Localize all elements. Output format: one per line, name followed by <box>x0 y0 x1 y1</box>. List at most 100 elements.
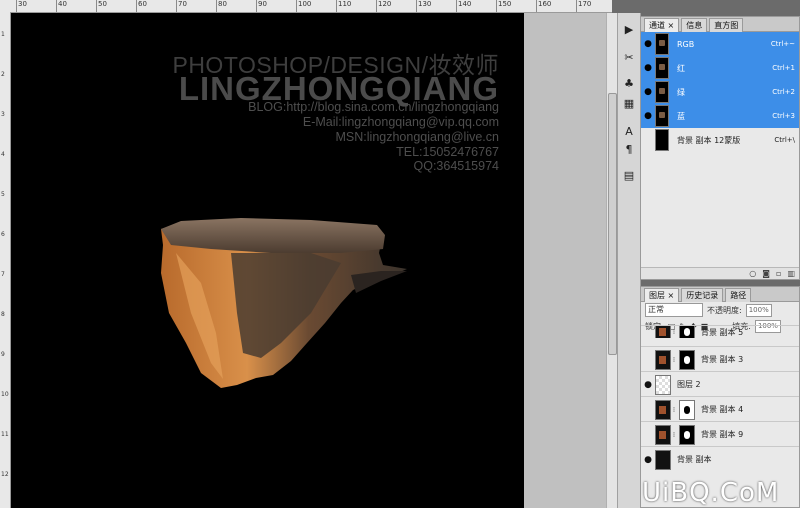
ruler-label: 120 <box>378 0 392 8</box>
ruler-label: 100 <box>298 0 312 8</box>
stamp-icon[interactable]: ♣ <box>620 75 638 91</box>
channel-thumbnail <box>655 129 669 151</box>
channel-row-rgb[interactable]: ● RGB Ctrl+~ <box>641 32 799 56</box>
ruler-label: 80 <box>218 0 227 8</box>
ruler-label: 170 <box>578 0 592 8</box>
trash-icon[interactable]: ▥ <box>787 269 795 278</box>
channel-label: RGB <box>677 39 695 49</box>
scrollbar-thumb[interactable] <box>608 93 617 355</box>
paragraph-icon[interactable]: ¶ <box>620 141 638 157</box>
ruler-label: 12 <box>1 471 9 478</box>
layer-thumbnail <box>655 374 671 395</box>
layer-name: 背景 副本 3 <box>701 355 744 364</box>
ruler-tick <box>136 0 137 12</box>
ruler-label: 110 <box>338 0 352 8</box>
tab-paths[interactable]: 路径 <box>725 288 752 302</box>
tab-channels[interactable]: 通道 × <box>644 18 680 32</box>
notes-icon[interactable]: ▤ <box>620 167 638 183</box>
layer-row[interactable]: ⁞ 背景 副本 3 <box>641 346 799 372</box>
type-icon[interactable]: A <box>620 123 638 139</box>
layer-thumbnail <box>655 449 671 470</box>
eye-icon[interactable]: ● <box>641 32 655 56</box>
ruler-label: 3 <box>1 111 5 118</box>
channel-shortcut: Ctrl+2 <box>772 88 795 96</box>
ruler-label: 4 <box>1 151 5 158</box>
layer-row[interactable]: ● 背景 副本 <box>641 446 799 472</box>
eye-icon[interactable]: ● <box>641 447 655 472</box>
channel-thumbnail <box>655 81 669 103</box>
layer-mask-thumbnail <box>679 399 695 420</box>
ruler-tick <box>296 0 297 12</box>
layer-thumbnail <box>655 326 671 338</box>
ruler-label: 2 <box>1 71 5 78</box>
tab-histogram[interactable]: 直方图 <box>709 18 744 32</box>
play-icon[interactable]: ▶ <box>620 21 638 37</box>
canvas-area[interactable]: PHOTOSHOP/DESIGN/妆效师 LINGZHONGQIANG BLOG… <box>11 13 606 508</box>
layer-name: 背景 副本 4 <box>701 405 744 414</box>
layer-row[interactable]: ● 图层 2 <box>641 371 799 397</box>
new-channel-icon[interactable]: ▫ <box>776 269 781 278</box>
opacity-field[interactable]: 100% <box>745 303 772 317</box>
channel-row-green[interactable]: ● 绿 Ctrl+2 <box>641 80 799 104</box>
vertical-scrollbar[interactable] <box>606 13 617 508</box>
channel-row-red[interactable]: ● 红 Ctrl+1 <box>641 56 799 80</box>
layer-row[interactable]: ⁞ 背景 副本 5 <box>641 325 799 338</box>
eye-toggle[interactable] <box>641 397 655 422</box>
layer-row[interactable]: ⁞ 背景 副本 4 <box>641 396 799 422</box>
link-icon: ⁞ <box>672 328 676 336</box>
eye-icon[interactable]: ● <box>641 80 655 104</box>
layer-name: 背景 副本 5 <box>701 327 744 337</box>
load-selection-icon[interactable]: ○ <box>749 269 756 278</box>
layer-mask-thumbnail <box>679 326 695 338</box>
tab-layers[interactable]: 图层 × <box>644 288 680 302</box>
layer-mask-thumbnail <box>679 349 695 370</box>
opacity-label: 不透明度: <box>707 305 742 315</box>
channel-label: 红 <box>677 63 685 73</box>
eye-toggle[interactable] <box>641 347 655 372</box>
ruler-tick <box>416 0 417 12</box>
ruler-tick <box>456 0 457 12</box>
eye-icon[interactable]: ● <box>641 56 655 80</box>
ruler-label: 160 <box>538 0 552 8</box>
ruler-tick <box>96 0 97 12</box>
layer-blend-options: 正常 不透明度: 100% <box>641 302 799 318</box>
ruler-label: 10 <box>1 391 9 398</box>
eye-icon[interactable]: ● <box>641 104 655 128</box>
layers-panel: 图层 × 历史记录 路径 正常 不透明度: 100% 锁定: □ ✎ ✥ ■ 填… <box>640 286 800 508</box>
crop-icon[interactable]: ✂ <box>620 49 638 65</box>
ruler-label: 150 <box>498 0 512 8</box>
path-icon[interactable]: ▦ <box>620 95 638 111</box>
channel-thumbnail <box>655 57 669 79</box>
ruler-tick <box>336 0 337 12</box>
blend-mode-select[interactable]: 正常 <box>645 303 703 317</box>
channels-panel-footer: ○ ◙ ▫ ▥ <box>641 267 799 279</box>
eye-icon[interactable]: ● <box>641 372 655 397</box>
tab-history[interactable]: 历史记录 <box>681 288 724 302</box>
ruler-tick <box>496 0 497 12</box>
ruler-label: 130 <box>418 0 432 8</box>
channel-row-blue[interactable]: ● 蓝 Ctrl+3 <box>641 104 799 128</box>
channels-panel: 通道 × 信息 直方图 ● RGB Ctrl+~ ● 红 Ctrl+1 ● 绿 … <box>640 16 800 280</box>
tab-info[interactable]: 信息 <box>681 18 708 32</box>
layer-thumbnail <box>655 349 671 370</box>
document-canvas[interactable]: PHOTOSHOP/DESIGN/妆效师 LINGZHONGQIANG BLOG… <box>11 13 524 508</box>
ruler-label: 60 <box>138 0 147 8</box>
ruler-label: 140 <box>458 0 472 8</box>
eye-toggle[interactable] <box>641 128 655 152</box>
save-selection-icon[interactable]: ◙ <box>762 269 770 278</box>
ruler-tick <box>536 0 537 12</box>
ruler-label: 70 <box>178 0 187 8</box>
ruler-tick <box>56 0 57 12</box>
channel-shortcut: Ctrl+~ <box>770 40 795 48</box>
layer-row[interactable]: ⁞ 背景 副本 9 <box>641 421 799 447</box>
layer-name: 背景 副本 9 <box>701 430 744 439</box>
ruler-label: 40 <box>58 0 67 8</box>
channel-row-mask[interactable]: 背景 副本 12蒙版 Ctrl+\ <box>641 128 799 152</box>
channel-label: 蓝 <box>677 111 685 121</box>
eye-toggle[interactable] <box>641 326 655 338</box>
eye-toggle[interactable] <box>641 422 655 447</box>
ruler-label: 90 <box>258 0 267 8</box>
ruler-tick <box>576 0 577 12</box>
ruler-label: 1 <box>1 31 5 38</box>
ruler-label: 9 <box>1 351 5 358</box>
